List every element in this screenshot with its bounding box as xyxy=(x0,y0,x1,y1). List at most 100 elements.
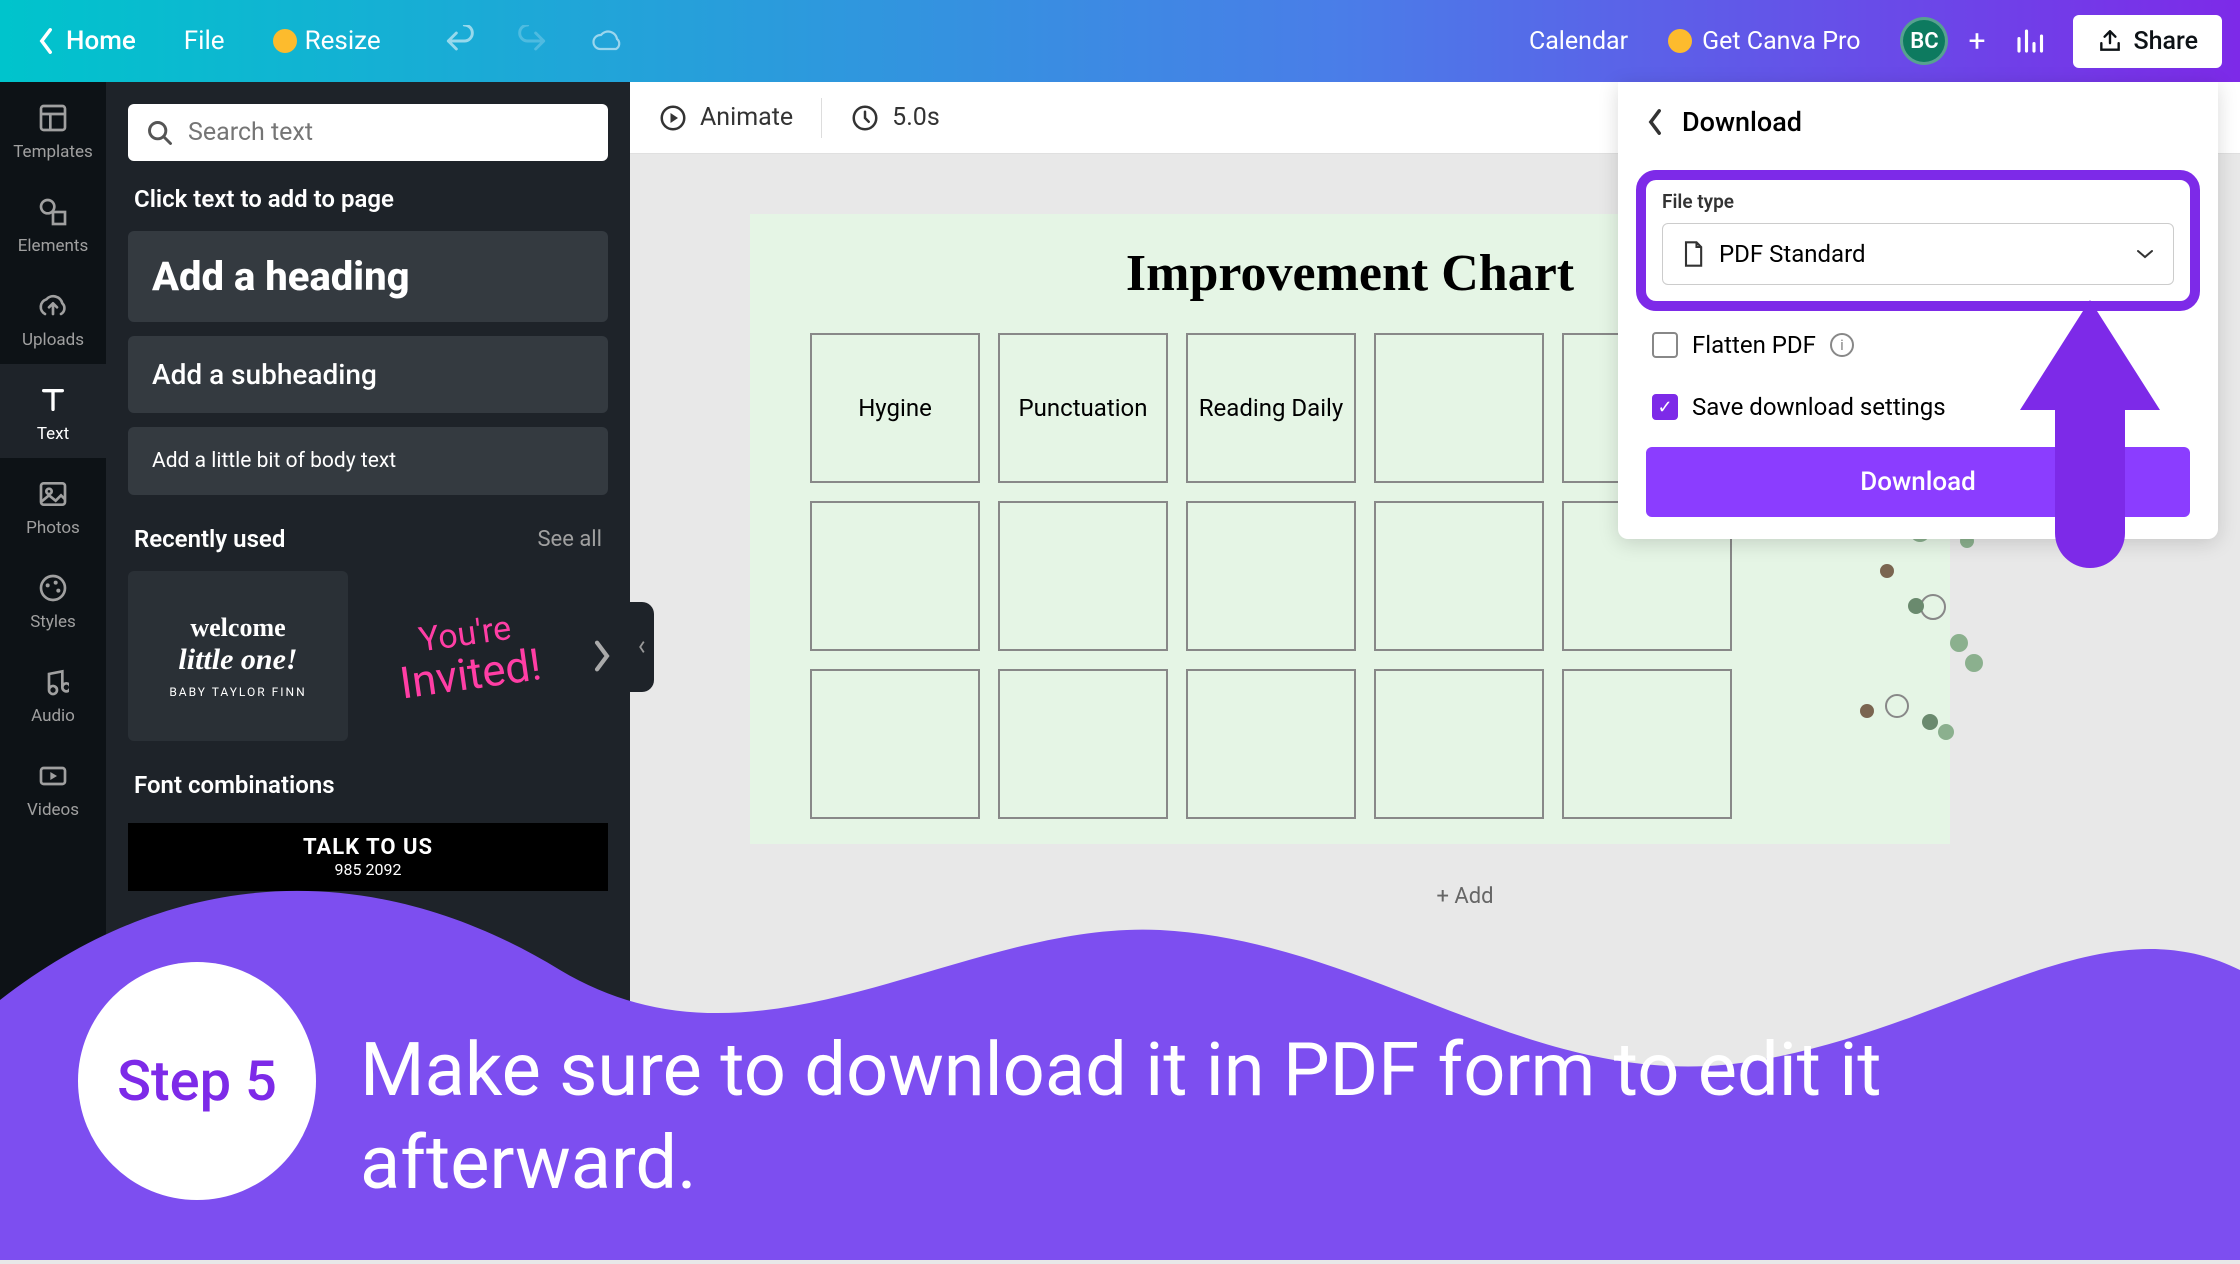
recent-item-2[interactable]: You'reInvited! xyxy=(368,571,568,741)
chart-cell[interactable]: Reading Daily xyxy=(1186,333,1356,483)
nav-videos[interactable]: Videos xyxy=(0,740,106,834)
file-type-select[interactable]: PDF Standard xyxy=(1662,223,2174,285)
nav-text[interactable]: Text xyxy=(0,364,106,458)
chart-cell[interactable] xyxy=(1374,669,1544,819)
clock-icon xyxy=(850,103,880,133)
recent1-line2: little one! xyxy=(178,643,297,677)
nav-photos[interactable]: Photos xyxy=(0,458,106,552)
chart-cell[interactable]: Punctuation xyxy=(998,333,1168,483)
save-settings-checkbox[interactable]: ✓ xyxy=(1652,394,1678,420)
crown-icon xyxy=(1668,29,1692,53)
share-icon xyxy=(2097,28,2123,54)
back-button[interactable] xyxy=(1646,108,1664,136)
add-body-option[interactable]: Add a little bit of body text xyxy=(128,427,608,495)
nav-audio[interactable]: Audio xyxy=(0,646,106,740)
cloud-sync-icon[interactable] xyxy=(589,23,625,59)
animate-button[interactable]: Animate xyxy=(658,103,793,133)
nav-label: Videos xyxy=(27,800,79,820)
top-left-group: Home File Resize xyxy=(18,16,625,66)
chart-cell[interactable] xyxy=(998,669,1168,819)
nav-styles[interactable]: Styles xyxy=(0,552,106,646)
nav-elements[interactable]: Elements xyxy=(0,176,106,270)
animate-icon xyxy=(658,103,688,133)
chart-cell[interactable] xyxy=(1374,333,1544,483)
nav-label: Photos xyxy=(26,518,80,538)
flatten-checkbox[interactable] xyxy=(1652,332,1678,358)
share-label: Share xyxy=(2133,27,2198,56)
search-input[interactable] xyxy=(188,118,590,147)
separator xyxy=(821,98,822,138)
chart-cell[interactable] xyxy=(1562,669,1732,819)
calendar-button[interactable]: Calendar xyxy=(1529,27,1628,56)
user-avatar[interactable]: BC xyxy=(1900,17,1948,65)
chart-cell[interactable] xyxy=(1374,501,1544,651)
videos-icon xyxy=(35,758,71,794)
overlay-instruction: Make sure to download it in PDF form to … xyxy=(360,1025,2180,1210)
chart-cell[interactable] xyxy=(810,501,980,651)
elements-icon xyxy=(35,194,71,230)
file-button[interactable]: File xyxy=(166,16,243,66)
recent1-line1: welcome xyxy=(190,613,285,643)
heading-text: Add a heading xyxy=(152,253,584,300)
panel-collapse-tab[interactable] xyxy=(630,602,654,692)
see-all-link[interactable]: See all xyxy=(537,527,602,552)
step-badge: Step 5 xyxy=(78,962,316,1200)
duration-button[interactable]: 5.0s xyxy=(850,103,940,133)
step-label: Step 5 xyxy=(117,1048,277,1114)
insights-button[interactable] xyxy=(2005,17,2053,65)
add-member-button[interactable]: + xyxy=(1968,24,1985,59)
file-type-label: File type xyxy=(1662,190,2174,213)
get-pro-label: Get Canva Pro xyxy=(1702,27,1860,56)
add-subheading-option[interactable]: Add a subheading xyxy=(128,336,608,413)
chart-cell[interactable] xyxy=(998,501,1168,651)
share-button[interactable]: Share xyxy=(2073,15,2222,68)
undo-button[interactable] xyxy=(441,23,477,59)
file-type-highlight: File type PDF Standard xyxy=(1636,170,2200,311)
click-instruction: Click text to add to page xyxy=(134,185,602,213)
top-history-icons xyxy=(441,23,625,59)
templates-icon xyxy=(35,100,71,136)
nav-label: Elements xyxy=(18,236,88,256)
chevron-left-icon xyxy=(36,27,56,55)
font-combinations-title: Font combinations xyxy=(134,771,335,799)
photos-icon xyxy=(35,476,71,512)
resize-button[interactable]: Resize xyxy=(255,16,399,66)
download-title: Download xyxy=(1682,106,1802,138)
chevron-left-icon xyxy=(636,638,648,656)
calendar-label: Calendar xyxy=(1529,27,1628,56)
annotation-arrow xyxy=(2020,300,2160,568)
nav-label: Templates xyxy=(13,142,93,162)
add-heading-option[interactable]: Add a heading xyxy=(128,231,608,322)
flatten-label: Flatten PDF xyxy=(1692,331,1816,359)
nav-label: Uploads xyxy=(22,330,84,350)
recently-used-title: Recently used xyxy=(134,525,285,553)
font-combinations-header: Font combinations xyxy=(134,771,602,799)
top-toolbar: Home File Resize Calendar Get Canva Pro … xyxy=(0,0,2240,82)
duration-label: 5.0s xyxy=(892,103,940,132)
search-box[interactable] xyxy=(128,104,608,161)
nav-label: Text xyxy=(37,424,69,444)
file-type-value: PDF Standard xyxy=(1719,240,1866,268)
recent-items-row: welcome little one! BABY TAYLOR FINN You… xyxy=(128,571,608,741)
download-header: Download xyxy=(1618,82,2218,162)
recent1-line3: BABY TAYLOR FINN xyxy=(169,685,306,699)
chart-cell[interactable] xyxy=(1186,501,1356,651)
chart-cell[interactable]: Hygine xyxy=(810,333,980,483)
nav-templates[interactable]: Templates xyxy=(0,82,106,176)
document-icon xyxy=(1681,240,1705,268)
chart-cell[interactable] xyxy=(810,669,980,819)
nav-uploads[interactable]: Uploads xyxy=(0,270,106,364)
avatar-initials: BC xyxy=(1910,29,1938,54)
chart-cell[interactable] xyxy=(1186,669,1356,819)
styles-icon xyxy=(35,570,71,606)
home-button[interactable]: Home xyxy=(18,16,154,66)
recent-item-1[interactable]: welcome little one! BABY TAYLOR FINN xyxy=(128,571,348,741)
redo-button[interactable] xyxy=(515,23,551,59)
chevron-right-icon[interactable] xyxy=(592,638,612,674)
arrow-stem xyxy=(2055,408,2125,568)
info-icon[interactable]: i xyxy=(1830,333,1854,357)
get-pro-button[interactable]: Get Canva Pro xyxy=(1648,17,1880,66)
nav-label: Audio xyxy=(31,706,75,726)
uploads-icon xyxy=(35,288,71,324)
subheading-text: Add a subheading xyxy=(152,358,584,391)
